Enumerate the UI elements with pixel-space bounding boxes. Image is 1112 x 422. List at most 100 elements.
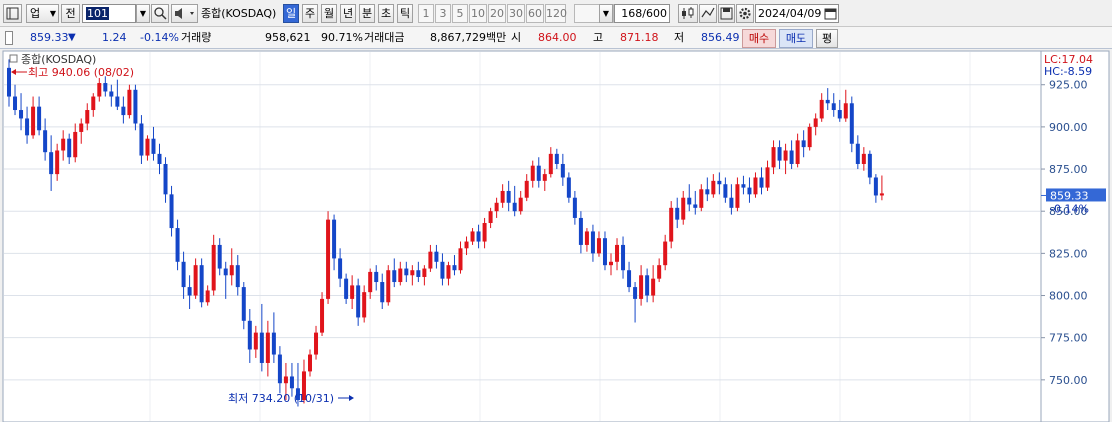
candle-body <box>109 91 114 97</box>
candle-body <box>13 96 18 111</box>
chart-title: 종합(KOSDAQ) <box>21 53 96 66</box>
candle-body <box>560 163 565 178</box>
candle-body <box>121 106 126 116</box>
candle-body <box>31 106 36 136</box>
price-chart[interactable]: 925.00900.00875.00850.00825.00800.00775.… <box>0 49 1112 422</box>
candle-body <box>314 332 319 355</box>
prev-button[interactable]: 전 <box>61 4 80 23</box>
candle-body <box>205 290 210 303</box>
search-button[interactable] <box>151 4 169 23</box>
candle-body <box>554 153 559 164</box>
high-value: 871.18 <box>620 31 659 44</box>
high-annotation-label: 최고 940.06 (08/02) <box>28 66 134 79</box>
candle-body <box>61 138 66 151</box>
interval-button-120[interactable]: 120 <box>545 4 567 23</box>
open-value: 864.00 <box>538 31 577 44</box>
candle-body <box>235 265 240 288</box>
trend-tool-button[interactable] <box>699 4 717 23</box>
speaker-icon <box>175 8 194 19</box>
buy-button[interactable]: 매수 <box>742 29 776 48</box>
volume-ratio: 90.71% <box>321 31 363 44</box>
candle-body <box>819 99 824 119</box>
candle-body <box>765 167 770 188</box>
code-dropdown-button[interactable]: ▼ <box>136 4 150 23</box>
candle <box>669 201 674 249</box>
interval-button-10[interactable]: 10 <box>469 4 487 23</box>
period-tab-0[interactable]: 일 <box>283 4 299 23</box>
candle-body <box>548 153 553 175</box>
prev-button-label: 전 <box>65 7 76 20</box>
chevron-down-icon: ▼ <box>602 9 610 18</box>
settings-button[interactable] <box>736 4 754 23</box>
candle-body <box>837 110 842 119</box>
quote-bar: 859.33 ▼ 1.24 -0.14% 거래량 958,621 90.71% … <box>0 27 1112 49</box>
count-input[interactable]: 168/600 <box>614 4 670 23</box>
market-select[interactable]: 업 ▼ <box>26 4 59 23</box>
candle-body <box>572 197 577 218</box>
candle-body <box>729 197 734 208</box>
candle-body <box>482 223 487 242</box>
candle-body <box>789 150 794 164</box>
volume-value: 958,621 <box>265 31 311 44</box>
candle-body <box>85 110 90 124</box>
eval-button[interactable]: 평 <box>816 29 838 48</box>
interval-button-60[interactable]: 60 <box>526 4 544 23</box>
low-annotation-label: 최저 734.20 (10/31) <box>228 392 334 405</box>
gear-icon <box>739 7 751 20</box>
period-tab-5[interactable]: 초 <box>378 4 394 23</box>
candle-body <box>518 197 523 212</box>
candle-body <box>843 103 848 119</box>
candle-body <box>627 270 632 288</box>
period-tab-3[interactable]: 년 <box>340 4 356 23</box>
quote-toggle-icon[interactable] <box>5 31 13 45</box>
series-toggle-icon[interactable] <box>9 54 18 63</box>
candle-body <box>151 138 156 154</box>
candle-body <box>229 265 234 276</box>
period-tab-2[interactable]: 월 <box>321 4 337 23</box>
calendar-icon[interactable] <box>824 7 837 22</box>
interval-button-1[interactable]: 1 <box>418 4 434 23</box>
candle-body <box>861 153 866 164</box>
candle-body <box>669 207 674 242</box>
last-change-label: -0.14% <box>1050 202 1089 215</box>
period-tab-4[interactable]: 분 <box>359 4 375 23</box>
sell-button[interactable]: 매도 <box>779 29 813 48</box>
speaker-button[interactable] <box>171 4 198 23</box>
candle-body <box>133 89 138 124</box>
chart-layout-button[interactable] <box>3 4 22 23</box>
candle-body <box>621 244 626 271</box>
candle-style-button[interactable] <box>678 4 698 23</box>
candle-body <box>259 332 264 363</box>
candle-body <box>187 287 192 296</box>
candle-body <box>488 211 493 224</box>
candle-body <box>386 270 391 303</box>
candle-body <box>651 278 656 296</box>
candle-body <box>332 219 337 259</box>
candle-body <box>175 228 180 262</box>
interval-button-5[interactable]: 5 <box>452 4 468 23</box>
period-tab-1[interactable]: 주 <box>302 4 318 23</box>
period-tab-6[interactable]: 틱 <box>397 4 413 23</box>
code-input[interactable]: 101 <box>82 4 136 23</box>
candle-body <box>693 204 698 208</box>
candle-body <box>470 231 475 242</box>
save-button[interactable] <box>718 4 735 23</box>
date-input[interactable]: 2024/04/09 <box>755 4 839 23</box>
candle-body <box>530 165 535 181</box>
y-tick-label: 875.00 <box>1049 163 1088 176</box>
candle-body <box>428 251 433 269</box>
interval-button-20[interactable]: 20 <box>488 4 506 23</box>
candle-body <box>127 89 132 116</box>
candle-icon <box>682 7 694 19</box>
interval-button-3[interactable]: 3 <box>435 4 451 23</box>
amount-value: 8,867,729백만 <box>430 31 507 44</box>
interval-dropdown-button[interactable]: ▼ <box>599 4 613 23</box>
interval-button-30[interactable]: 30 <box>507 4 525 23</box>
candle-body <box>873 177 878 196</box>
candle-body <box>759 177 764 188</box>
candle-body <box>687 197 692 205</box>
open-label: 시 <box>511 31 522 44</box>
candle-body <box>711 180 716 195</box>
candle <box>127 84 132 119</box>
y-tick-label: 925.00 <box>1049 79 1088 92</box>
